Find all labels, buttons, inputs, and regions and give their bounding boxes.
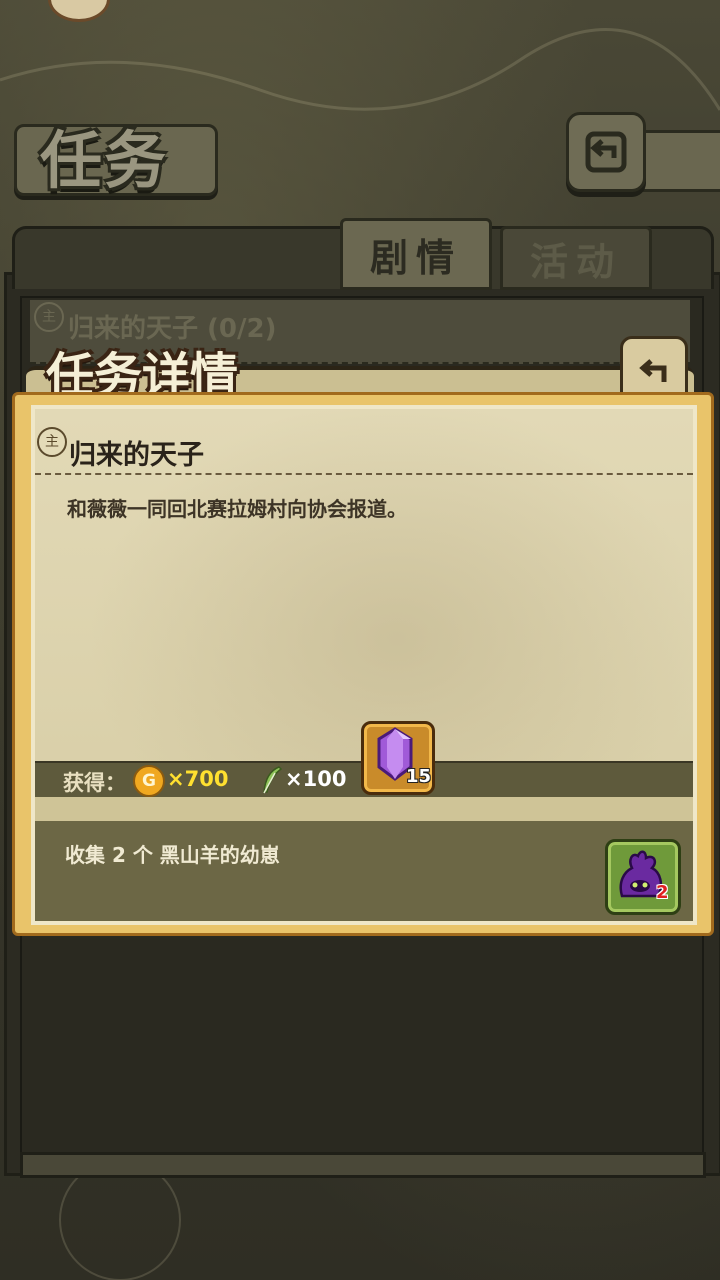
quest-title-bar: 主 归来的天子 [35,419,693,475]
coin-reward-value: ×700 [167,767,229,791]
feather-icon [263,766,283,794]
quest-description: 和薇薇一同回北赛拉姆村向协会报道。 [67,497,407,521]
feather-reward-value: ×100 [285,767,347,791]
objective-item[interactable]: 2 [605,839,681,915]
tab-story[interactable]: 剧情 [340,218,492,290]
quest-name: 归来的天子 [69,440,204,471]
objective-text: 收集 2 个 黑山羊的幼崽 [65,843,280,867]
back-button[interactable] [566,112,646,192]
gold-coin-icon: G [133,765,165,797]
gem-count: 15 [406,766,432,787]
return-arrow-icon [639,359,667,382]
tab-events[interactable]: 活动 [500,226,652,290]
objective-area: 收集 2 个 黑山羊的幼崽 2 [35,821,693,921]
main-quest-icon: 主 [37,427,67,457]
main-quest-icon: 主 [34,302,64,332]
quest-detail-paper: 主 归来的天子 和薇薇一同回北赛拉姆村向协会报道。 获得： G ×700 ×10… [31,405,697,925]
bottom-frame-strip [20,1152,706,1178]
return-arrow-icon [585,131,627,173]
objective-count: 2 [656,882,669,903]
gem-reward-item[interactable]: 15 [361,721,435,795]
quest-detail-modal: 主 归来的天子 和薇薇一同回北赛拉姆村向协会报道。 获得： G ×700 ×10… [12,392,714,936]
page-title: 任务 [40,124,169,197]
paper-torn-edge [35,797,693,824]
reward-label: 获得： [63,771,126,795]
